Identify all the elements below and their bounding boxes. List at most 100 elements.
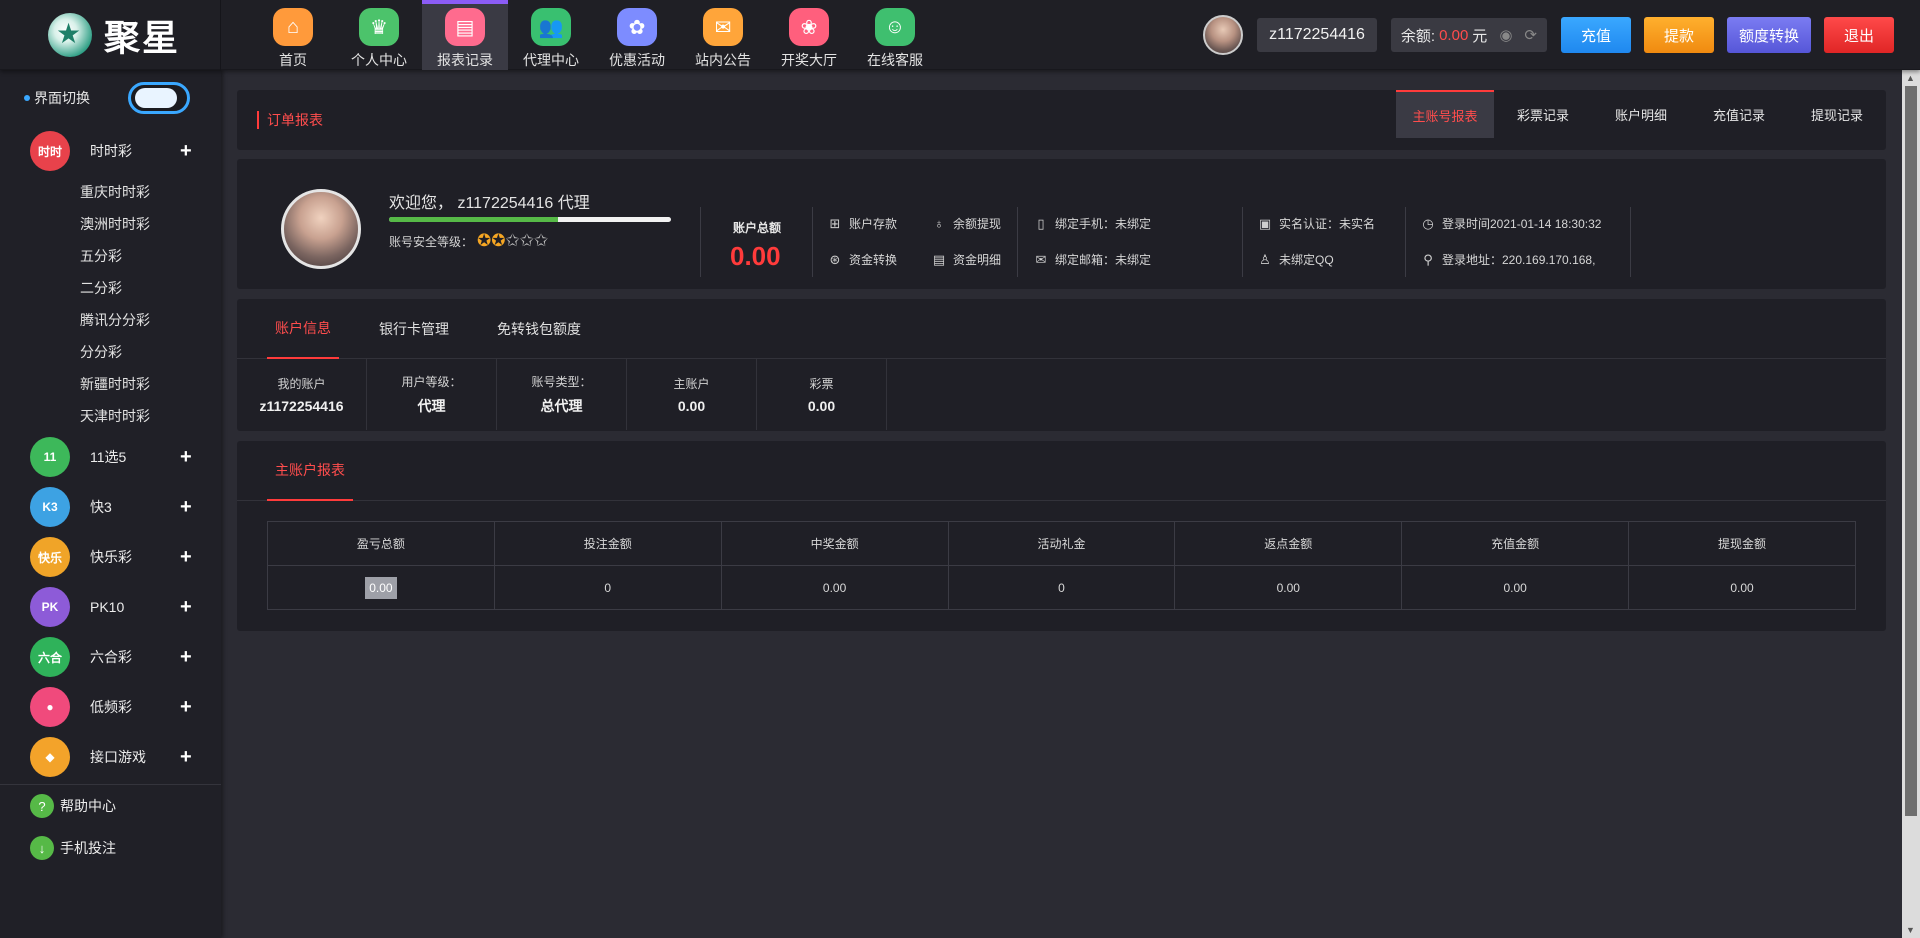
nav-item-6[interactable]: ❀ 开奖大厅 xyxy=(766,0,852,70)
nav-item-2[interactable]: ▤ 报表记录 xyxy=(422,0,508,70)
plus-icon[interactable]: + xyxy=(180,746,192,769)
id-card-icon: ▣ xyxy=(1258,215,1272,231)
sidebar-category-3[interactable]: 快乐 快乐彩 + xyxy=(0,532,221,582)
tab-report-4[interactable]: 提现记录 xyxy=(1788,90,1886,138)
sidebar-bottom-item-1[interactable]: ↓ 手机投注 xyxy=(0,827,221,869)
nav-item-4[interactable]: ✿ 优惠活动 xyxy=(594,0,680,70)
security-stars: ✪✪✩✩✩ xyxy=(477,231,548,251)
plus-icon[interactable]: + xyxy=(180,546,192,569)
account-cell-label: 账号类型： xyxy=(531,375,592,389)
logout-button[interactable]: 退出 xyxy=(1824,17,1894,53)
withdraw-button[interactable]: 提款 xyxy=(1643,17,1714,53)
bind-qq[interactable]: ♙ 未绑定QQ xyxy=(1257,251,1334,268)
report-table: 盈亏总额 投注金额 中奖金额 活动礼金 返点金额 充值金额 提现金额 0.00 0 0.00 0 0… xyxy=(267,521,1856,610)
detail-link[interactable]: ▤ 资金明细 xyxy=(931,251,1001,268)
withdraw-link[interactable]: ♁ 余额提现 xyxy=(931,215,1001,232)
sidebar-category-5[interactable]: 六合 六合彩 + xyxy=(0,632,221,682)
category-label: 六合彩 xyxy=(90,649,132,665)
logo[interactable]: 聚星 xyxy=(0,0,221,70)
sidebar-subitem[interactable]: 五分彩 xyxy=(0,240,221,272)
detail-icon: ▤ xyxy=(932,251,946,267)
eye-hidden-icon[interactable]: ◉ xyxy=(1499,26,1512,44)
qq-icon: ♙ xyxy=(1259,251,1271,267)
sidebar-category-1[interactable]: 11 11选5 + xyxy=(0,432,221,482)
sidebar-category-2[interactable]: K3 快3 + xyxy=(0,482,221,532)
tab-report-3[interactable]: 充值记录 xyxy=(1690,90,1788,138)
bind-phone[interactable]: ▯ 绑定手机：未绑定 xyxy=(1033,215,1151,232)
sidebar-subitem[interactable]: 天津时时彩 xyxy=(0,400,221,432)
tab-main-account-report[interactable]: 主账户报表 xyxy=(267,441,353,501)
account-tabs: 账户信息 银行卡管理 免转钱包额度 xyxy=(237,299,1886,359)
api-game-icon: ◆ xyxy=(30,737,70,777)
total-value: 0.00 xyxy=(730,241,781,271)
user-avatar[interactable] xyxy=(1203,15,1244,55)
order-report-title: 订单报表 xyxy=(257,111,323,129)
bind-email[interactable]: ✉ 绑定邮箱：未绑定 xyxy=(1033,251,1151,268)
account-cell: 彩票 0.00 xyxy=(757,359,887,430)
star-icon: ✪ xyxy=(477,231,492,250)
sidebar-subitem[interactable]: 重庆时时彩 xyxy=(0,176,221,208)
nav-item-3[interactable]: 👥 代理中心 xyxy=(508,0,594,70)
star-icon: ✩ xyxy=(534,231,549,250)
table-cell: 0.00 xyxy=(720,565,949,610)
sidebar-subitem[interactable]: 分分彩 xyxy=(0,336,221,368)
refresh-icon[interactable]: ⟳ xyxy=(1524,26,1537,44)
tab-account-0[interactable]: 账户信息 xyxy=(267,299,339,359)
login-time: ◷ 登录时间2021-01-14 18:30:32 xyxy=(1420,215,1601,232)
sidebar-category-7[interactable]: ◆ 接口游戏 + xyxy=(0,732,221,782)
nav-item-5[interactable]: ✉ 站内公告 xyxy=(680,0,766,70)
nav-label: 首页 xyxy=(279,52,307,68)
nav-item-1[interactable]: ♛ 个人中心 xyxy=(336,0,422,70)
plus-icon[interactable]: + xyxy=(180,446,192,469)
column-header: 投注金额 xyxy=(493,521,722,566)
account-cell-label: 主账户 xyxy=(673,377,710,391)
plus-icon[interactable]: + xyxy=(180,646,192,669)
scrollbar-thumb[interactable] xyxy=(1905,86,1917,816)
cell-value: 0.00 xyxy=(1503,580,1527,595)
tab-account-2[interactable]: 免转钱包额度 xyxy=(489,299,589,359)
ui-switch-row: 界面切换 xyxy=(0,70,221,126)
nav-item-7[interactable]: ☺ 在线客服 xyxy=(852,0,938,70)
exchange-link[interactable]: ⊛ 资金转换 xyxy=(827,251,897,268)
security-progress xyxy=(389,217,671,222)
sidebar-subitem[interactable]: 新疆时时彩 xyxy=(0,368,221,400)
sidebar-category-6[interactable]: ● 低频彩 + xyxy=(0,682,221,732)
ui-switch-toggle[interactable] xyxy=(128,82,190,114)
nav-label: 代理中心 xyxy=(523,52,579,68)
draw-icon: ❀ xyxy=(789,8,829,46)
username-display: z1172254416 xyxy=(1257,18,1377,52)
main-account-report-panel: 主账户报表 盈亏总额 投注金额 中奖金额 活动礼金 返点金额 充值金额 提现金额 0.00 0… xyxy=(237,441,1886,631)
login-address: ⚲ 登录地址：220.169.170.168, xyxy=(1420,251,1595,268)
page-scrollbar[interactable]: ▲ ▼ xyxy=(1902,70,1920,938)
category-label: 低频彩 xyxy=(90,699,132,715)
profile-avatar[interactable] xyxy=(281,189,361,269)
ui-switch-label: 界面切换 xyxy=(34,90,90,106)
tab-report-2[interactable]: 账户明细 xyxy=(1592,90,1690,138)
scroll-down-icon[interactable]: ▼ xyxy=(1906,925,1915,935)
bullet-dot-icon xyxy=(24,95,30,101)
sidebar-category-0[interactable]: 时时 时时彩 + xyxy=(0,126,221,176)
plus-icon[interactable]: + xyxy=(180,140,192,163)
recharge-button[interactable]: 充值 xyxy=(1560,17,1631,53)
tab-report-1[interactable]: 彩票记录 xyxy=(1494,90,1592,138)
main-content: 订单报表 主账号报表 彩票记录 账户明细 充值记录 提现记录 欢迎您， z1172254… xyxy=(237,90,1886,631)
sidebar-category-4[interactable]: PK PK10 + xyxy=(0,582,221,632)
plus-icon[interactable]: + xyxy=(180,596,192,619)
sidebar-subitem[interactable]: 澳洲时时彩 xyxy=(0,208,221,240)
sidebar-subitem[interactable]: 二分彩 xyxy=(0,272,221,304)
realname-auth[interactable]: ▣ 实名认证：未实名 xyxy=(1257,215,1375,232)
scroll-up-icon[interactable]: ▲ xyxy=(1906,73,1915,83)
transfer-button[interactable]: 额度转换 xyxy=(1726,17,1811,53)
table-cell: 0.00 xyxy=(267,565,495,610)
home-icon: ⌂ xyxy=(273,8,313,46)
nav-item-0[interactable]: ⌂ 首页 xyxy=(250,0,336,70)
sidebar-bottom-item-0[interactable]: ? 帮助中心 xyxy=(0,785,221,827)
deposit-link[interactable]: ⊞ 账户存款 xyxy=(827,215,897,232)
tab-report-0[interactable]: 主账号报表 xyxy=(1396,90,1494,138)
plus-icon[interactable]: + xyxy=(180,496,192,519)
balance-label: 余额: xyxy=(1400,27,1436,45)
tab-account-1[interactable]: 银行卡管理 xyxy=(371,299,457,359)
clock-icon: ◷ xyxy=(1422,215,1434,231)
plus-icon[interactable]: + xyxy=(180,696,192,719)
sidebar-subitem[interactable]: 腾讯分分彩 xyxy=(0,304,221,336)
